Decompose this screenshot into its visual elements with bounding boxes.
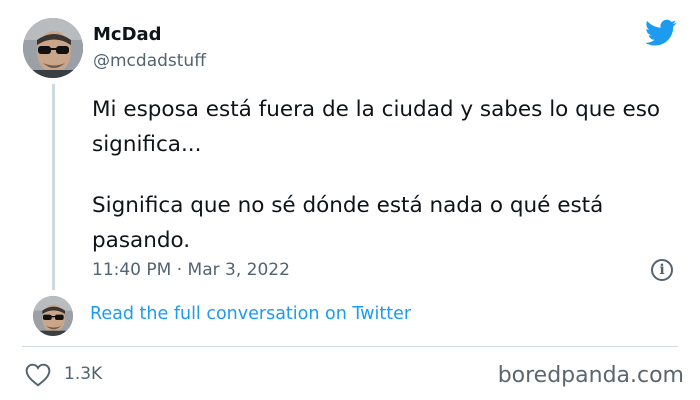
tweet-timestamp[interactable]: 11:40 PM · Mar 3, 2022 xyxy=(92,260,290,280)
twitter-bird-icon[interactable] xyxy=(645,19,677,47)
tweet-paragraph: Significa que no sé dónde está nada o qu… xyxy=(92,193,604,253)
tweet-body: Mi esposa está fuera de la ciudad y sabe… xyxy=(92,92,682,258)
info-icon[interactable]: i xyxy=(651,259,673,281)
reply-avatar xyxy=(33,296,73,336)
like-count: 1.3K xyxy=(64,364,103,384)
avatar-photo xyxy=(33,296,73,336)
author-avatar[interactable] xyxy=(23,18,83,78)
watermark: boredpanda.com xyxy=(497,363,684,388)
tweet-paragraph: Mi esposa está fuera de la ciudad y sabe… xyxy=(92,97,661,157)
author-name[interactable]: McDad xyxy=(93,24,162,45)
divider xyxy=(22,346,678,347)
thread-line xyxy=(52,84,55,290)
heart-icon[interactable] xyxy=(25,363,51,387)
author-handle[interactable]: @mcdadstuff xyxy=(93,51,206,71)
read-conversation-link[interactable]: Read the full conversation on Twitter xyxy=(90,304,411,324)
avatar-photo xyxy=(23,18,83,78)
